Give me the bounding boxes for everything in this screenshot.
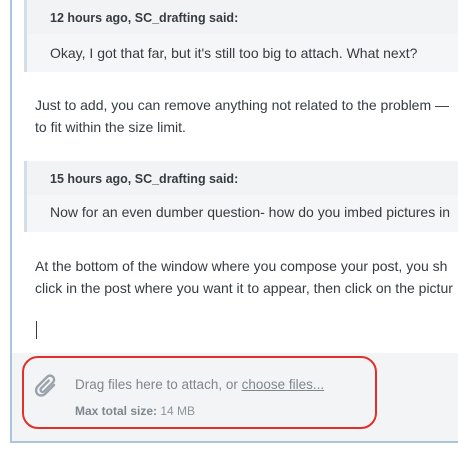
quote-text: Okay, I got that far, but it's still too… [50, 45, 418, 61]
paragraph-line: click in the post where you want it to a… [35, 280, 453, 296]
quote-text: Now for an even dumber question- how do … [50, 204, 450, 220]
quote-block: 15 hours ago, SC_drafting said: Now for … [24, 161, 458, 232]
paragraph-line: At the bottom of the window where you co… [35, 258, 448, 274]
paragraph-line: Just to add, you can remove anything not… [35, 97, 450, 113]
choose-files-link[interactable]: choose files... [242, 377, 325, 392]
drag-files-text: Drag files here to attach, or choose fil… [75, 377, 324, 392]
reply-paragraph[interactable]: Just to add, you can remove anything not… [35, 94, 458, 138]
max-size-label: Max total size: [75, 404, 158, 418]
drag-prefix: Drag files here to attach, or [75, 377, 242, 392]
quote-author[interactable]: 15 hours ago, SC_drafting said: [50, 172, 238, 186]
text-caret [36, 321, 37, 339]
attachment-dropzone[interactable] [12, 353, 458, 441]
quote-block: 12 hours ago, SC_drafting said: Okay, I … [24, 0, 458, 72]
max-size-info: Max total size: 14 MB [75, 404, 195, 418]
quote-header: 12 hours ago, SC_drafting said: [27, 0, 458, 34]
paperclip-icon [34, 374, 56, 397]
paragraph-line: to fit within the size limit. [35, 119, 186, 135]
reply-paragraph[interactable]: At the bottom of the window where you co… [35, 255, 458, 299]
quote-author[interactable]: 12 hours ago, SC_drafting said: [50, 11, 238, 25]
max-size-value: 14 MB [160, 404, 196, 418]
quote-header: 15 hours ago, SC_drafting said: [27, 161, 458, 195]
